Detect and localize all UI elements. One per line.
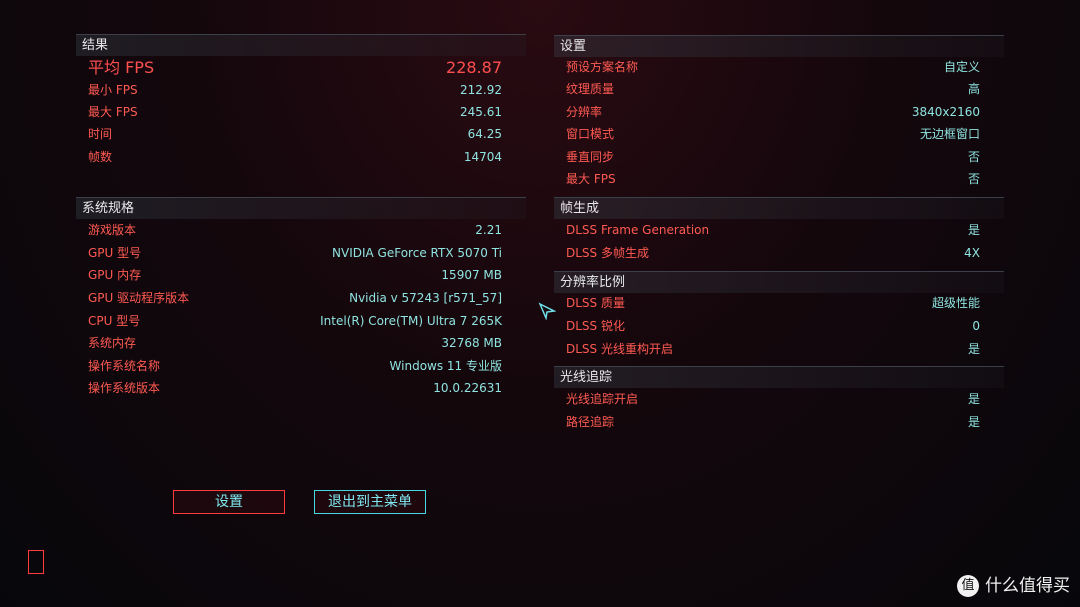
avg-fps-row: 平均 FPS 228.87 [88, 56, 502, 80]
result-row: 帧数 14704 [88, 147, 502, 167]
system-label: 操作系统名称 [88, 359, 161, 373]
framegen-value: 是 [967, 223, 980, 237]
settings-panel: 设置 预设方案名称 自定义 纹理质量 高 分辨率 3840x2160 窗口模式 无边框窗… [554, 35, 1004, 195]
scaling-row: DLSS 光线重构开启 是 [566, 339, 980, 359]
raytracing-label: 光线追踪开启 [566, 392, 639, 406]
settings-row: 垂直同步 否 [566, 147, 980, 167]
system-value: 2.21 [475, 223, 502, 237]
scaling-panel: 分辨率比例 DLSS 质量 超级性能 DLSS 锐化 0 DLSS 光线重构开启 是 [554, 271, 1004, 361]
system-label: 游戏版本 [88, 223, 137, 237]
system-value: 10.0.22631 [433, 381, 502, 395]
scaling-value: 超级性能 [931, 296, 980, 310]
system-value: Intel(R) Core(TM) Ultra 7 265K [320, 314, 502, 328]
system-label: GPU 驱动程序版本 [88, 291, 190, 305]
settings-button[interactable]: 设置 [173, 490, 285, 514]
watermark-logo-icon: 值 [957, 575, 979, 597]
settings-label: 纹理质量 [566, 82, 615, 96]
framegen-row: DLSS 多帧生成 4X [566, 243, 980, 263]
system-row: GPU 型号 NVIDIA GeForce RTX 5070 Ti [88, 243, 502, 263]
result-label: 最小 FPS [88, 83, 138, 97]
avg-fps-label: 平均 FPS [88, 58, 155, 77]
system-value: Nvidia v 57243 [r571_57] [349, 291, 502, 305]
settings-value: 高 [967, 82, 980, 96]
result-label: 时间 [88, 127, 113, 141]
raytracing-value: 是 [967, 415, 980, 429]
system-row: CPU 型号 Intel(R) Core(TM) Ultra 7 265K [88, 311, 502, 331]
system-label: 操作系统版本 [88, 381, 161, 395]
system-label: CPU 型号 [88, 314, 141, 328]
raytracing-label: 路径追踪 [566, 415, 615, 429]
system-row: 操作系统名称 Windows 11 专业版 [88, 356, 502, 376]
settings-row: 分辨率 3840x2160 [566, 102, 980, 122]
raytracing-panel: 光线追踪 光线追踪开启是 路径追踪是 [554, 366, 1004, 436]
system-value: Windows 11 专业版 [389, 359, 502, 373]
settings-label: 预设方案名称 [566, 60, 639, 74]
result-row: 最大 FPS 245.61 [88, 102, 502, 122]
settings-value: 无边框窗口 [919, 127, 980, 141]
scaling-label: DLSS 锐化 [566, 319, 625, 333]
result-row: 最小 FPS 212.92 [88, 80, 502, 100]
settings-row: 纹理质量 高 [566, 79, 980, 99]
settings-row: 最大 FPS 否 [566, 169, 980, 189]
system-label: GPU 型号 [88, 246, 142, 260]
system-value: NVIDIA GeForce RTX 5070 Ti [332, 246, 502, 260]
settings-row: 窗口模式 无边框窗口 [566, 124, 980, 144]
scaling-label: DLSS 光线重构开启 [566, 342, 673, 356]
result-label: 帧数 [88, 150, 113, 164]
settings-value: 否 [967, 172, 980, 186]
system-value: 15907 MB [441, 268, 502, 282]
system-value: 32768 MB [441, 336, 502, 350]
system-label: 系统内存 [88, 336, 137, 350]
scaling-row: DLSS 质量 超级性能 [566, 293, 980, 313]
cursor-icon [538, 302, 556, 320]
result-value: 245.61 [460, 105, 502, 119]
settings-value: 否 [967, 150, 980, 164]
settings-header: 设置 [554, 35, 1004, 57]
settings-value: 自定义 [943, 60, 980, 74]
framegen-panel: 帧生成 DLSS Frame Generation 是 DLSS 多帧生成 4X [554, 197, 1004, 265]
raytracing-value: 是 [967, 392, 980, 406]
system-label: GPU 内存 [88, 268, 142, 282]
avg-fps-value: 228.87 [446, 58, 502, 77]
system-panel: 系统规格 游戏版本 2.21 GPU 型号 NVIDIA GeForce RTX 5… [76, 197, 526, 407]
system-row: GPU 内存 15907 MB [88, 265, 502, 285]
result-label: 最大 FPS [88, 105, 138, 119]
system-row: GPU 驱动程序版本 Nvidia v 57243 [r571_57] [88, 288, 502, 308]
watermark-text: 什么值得买 [985, 576, 1070, 596]
result-value: 64.25 [467, 127, 502, 141]
settings-label: 分辨率 [566, 105, 603, 119]
framegen-label: DLSS Frame Generation [566, 223, 710, 237]
scaling-value: 0 [972, 319, 980, 333]
results-panel: 结果 平均 FPS 228.87 最小 FPS 212.92 最大 FPS 245.… [76, 34, 526, 174]
results-header: 结果 [76, 34, 526, 56]
scaling-header: 分辨率比例 [554, 271, 1004, 293]
result-row: 时间 64.25 [88, 124, 502, 144]
raytracing-row: 路径追踪 是 [566, 412, 980, 432]
system-header: 系统规格 [76, 197, 526, 219]
exit-to-main-menu-button[interactable]: 退出到主菜单 [314, 490, 426, 514]
corner-decoration [28, 550, 44, 574]
scaling-label: DLSS 质量 [566, 296, 625, 310]
framegen-header: 帧生成 [554, 197, 1004, 219]
settings-label: 窗口模式 [566, 127, 615, 141]
raytracing-row: 光线追踪开启 是 [566, 389, 980, 409]
system-row: 系统内存 32768 MB [88, 333, 502, 353]
settings-value: 3840x2160 [911, 105, 980, 119]
result-value: 212.92 [460, 83, 502, 97]
watermark: 值什么值得买 [957, 571, 1070, 597]
framegen-row: DLSS Frame Generation 是 [566, 220, 980, 240]
framegen-label: DLSS 多帧生成 [566, 246, 649, 260]
raytracing-header: 光线追踪 [554, 366, 1004, 388]
result-value: 14704 [463, 150, 502, 164]
settings-label: 垂直同步 [566, 150, 615, 164]
settings-row: 预设方案名称 自定义 [566, 57, 980, 77]
scaling-value: 是 [967, 342, 980, 356]
system-row: 游戏版本 2.21 [88, 220, 502, 240]
framegen-value: 4X [964, 246, 980, 260]
system-row: 操作系统版本 10.0.22631 [88, 378, 502, 398]
settings-label: 最大 FPS [566, 172, 616, 186]
scaling-row: DLSS 锐化 0 [566, 316, 980, 336]
